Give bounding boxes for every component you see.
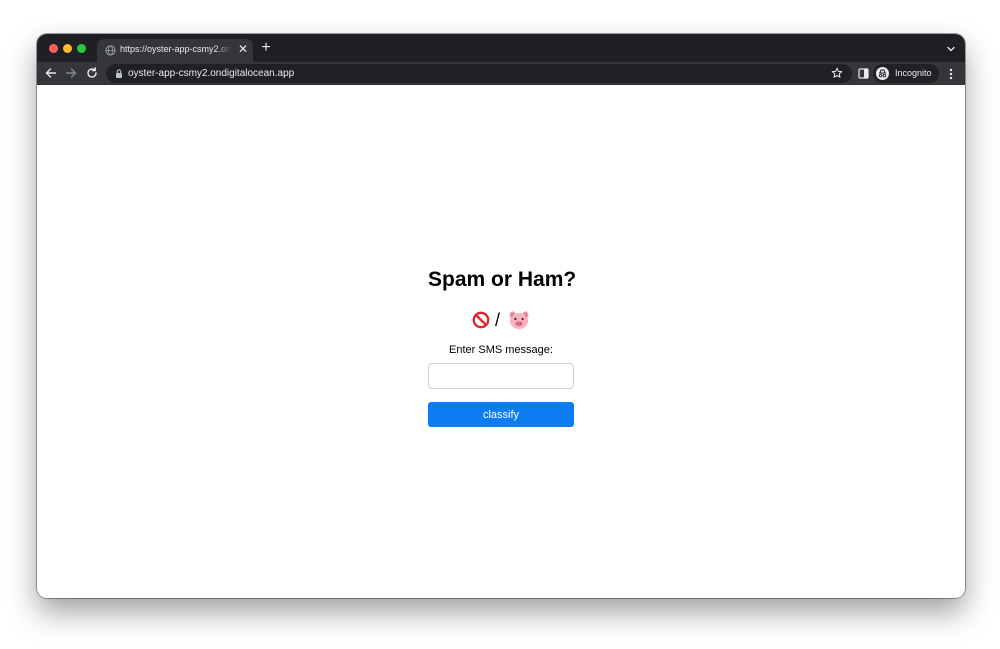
browser-toolbar: oyster-app-csmy2.ondigitalocean.app Inco…: [37, 62, 965, 86]
back-arrow-icon[interactable]: [44, 66, 58, 80]
globe-icon: [105, 45, 116, 56]
close-window-button[interactable]: [49, 44, 58, 53]
browser-window: https://oyster-app-csmy2.ondigitalocean.…: [37, 34, 965, 598]
side-panel-icon[interactable]: [858, 68, 869, 79]
page-title: Spam or Ham?: [428, 268, 577, 291]
lock-icon[interactable]: [114, 68, 124, 79]
classifier-form: Spam or Ham? / Enter SMS message: classi…: [428, 267, 577, 427]
title-bar: https://oyster-app-csmy2.ondigitalocean.…: [37, 34, 965, 62]
maximize-window-button[interactable]: [77, 44, 86, 53]
page-content: Spam or Ham? / Enter SMS message: classi…: [37, 85, 965, 598]
forward-arrow-icon[interactable]: [64, 66, 78, 80]
sms-message-input[interactable]: [428, 363, 574, 389]
close-tab-icon[interactable]: ✕: [237, 42, 249, 56]
new-tab-button[interactable]: +: [259, 40, 273, 56]
more-options-icon[interactable]: [945, 67, 957, 81]
emoji-row: /: [428, 309, 574, 331]
browser-tab[interactable]: https://oyster-app-csmy2.ondigitalocean.…: [97, 39, 253, 62]
tab-title: https://oyster-app-csmy2.ondigitalocean.…: [120, 44, 232, 54]
bookmark-star-icon[interactable]: [831, 67, 843, 79]
incognito-label: Incognito: [895, 68, 932, 78]
chevron-down-icon[interactable]: [945, 43, 957, 55]
incognito-icon: [876, 67, 889, 80]
url-text[interactable]: oyster-app-csmy2.ondigitalocean.app: [128, 68, 294, 79]
emoji-separator: /: [495, 310, 501, 330]
reload-icon[interactable]: [85, 66, 99, 80]
classify-button[interactable]: classify: [428, 402, 574, 427]
incognito-profile-button[interactable]: Incognito: [873, 64, 939, 83]
sms-message-label: Enter SMS message:: [449, 344, 553, 356]
minimize-window-button[interactable]: [63, 44, 72, 53]
no-entry-sign-icon: [472, 311, 490, 329]
pig-face-icon: [509, 311, 529, 329]
address-bar[interactable]: oyster-app-csmy2.ondigitalocean.app: [106, 64, 852, 83]
